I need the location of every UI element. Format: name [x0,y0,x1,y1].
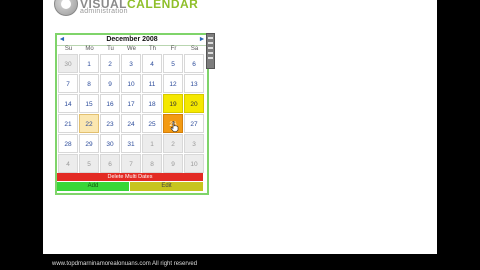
calendar-day[interactable]: 28 [58,134,78,153]
calendar-day[interactable]: 25 [142,114,162,133]
weekday-header: Sa [190,46,199,52]
weekday-header: Tu [107,46,114,52]
weekday-header: We [127,46,136,52]
calendar-day[interactable]: 10 [184,154,204,173]
calendar-day[interactable]: 9 [100,74,120,93]
calendar-day[interactable]: 7 [121,154,141,173]
calendar-day[interactable]: 17 [121,94,141,113]
handle-grip [208,52,213,54]
calendar-day[interactable]: 29 [79,134,99,153]
calendar-day[interactable]: 18 [142,94,162,113]
calendar-day[interactable]: 12 [163,74,183,93]
calendar-day[interactable]: 23 [100,114,120,133]
calendar-day[interactable]: 13 [184,74,204,93]
calendar-day[interactable]: 2 [163,134,183,153]
calendar-day[interactable]: 8 [142,154,162,173]
calendar-day[interactable]: 2 [100,54,120,73]
calendar-day[interactable]: 4 [58,154,78,173]
calendar-day[interactable]: 19 [163,94,183,113]
handle-grip [208,57,213,59]
weekday-header: Th [148,46,156,52]
calendar-day[interactable]: 14 [58,94,78,113]
calendar-header: ◄ December 2008 ► [57,35,207,46]
calendar-day[interactable]: 6 [100,154,120,173]
hand-cursor-icon [170,121,179,132]
calendar-day[interactable]: 15 [79,94,99,113]
delete-multi-dates-button[interactable]: Delete Multi Dates [57,173,203,181]
calendar-day[interactable]: 7 [58,74,78,93]
handle-grip [208,47,213,49]
side-handle[interactable] [206,33,215,69]
edit-button[interactable]: Edit [130,182,203,191]
calendar-day[interactable]: 6 [184,54,204,73]
calendar-day[interactable]: 16 [100,94,120,113]
logo: VISUALCALENDAR administration [50,0,210,20]
calendar-day[interactable]: 22 [79,114,99,133]
calendar-day[interactable]: 3 [184,134,204,153]
calendar-day[interactable]: 31 [121,134,141,153]
calendar-day[interactable]: 5 [79,154,99,173]
calendar-day[interactable]: 8 [79,74,99,93]
calendar-day[interactable]: 24 [121,114,141,133]
logo-subtitle: administration [80,8,128,15]
calendar-day[interactable]: 21 [58,114,78,133]
add-button[interactable]: Add [57,182,129,191]
calendar-day[interactable]: 30 [58,54,78,73]
calendar-day[interactable]: 4 [142,54,162,73]
calendar-day[interactable]: 27 [184,114,204,133]
calendar-day[interactable]: 1 [142,134,162,153]
handle-grip [208,37,213,39]
weekday-header: Mo [85,46,94,52]
logo-icon [54,0,78,16]
calendar-widget: ◄ December 2008 ► Su Mo Tu We Th Fr Sa 30 1 2 3 4 5… [55,33,209,195]
calendar-day[interactable]: 30 [100,134,120,153]
footer-copyright: www.topdmarninamorealonuans.com All righ… [52,261,198,267]
calendar-day[interactable]: 11 [142,74,162,93]
next-month-icon[interactable]: ► [198,35,206,44]
calendar-day[interactable]: 5 [163,54,183,73]
calendar-day[interactable]: 20 [184,94,204,113]
handle-grip [208,42,213,44]
weekday-header: Su [64,46,73,52]
month-label: December 2008 [106,36,158,43]
calendar-day[interactable]: 9 [163,154,183,173]
logo-title-accent: CALENDAR [127,0,199,11]
calendar-day[interactable]: 3 [121,54,141,73]
calendar-day[interactable]: 10 [121,74,141,93]
calendar-day[interactable]: 1 [79,54,99,73]
weekday-header: Fr [170,46,177,52]
